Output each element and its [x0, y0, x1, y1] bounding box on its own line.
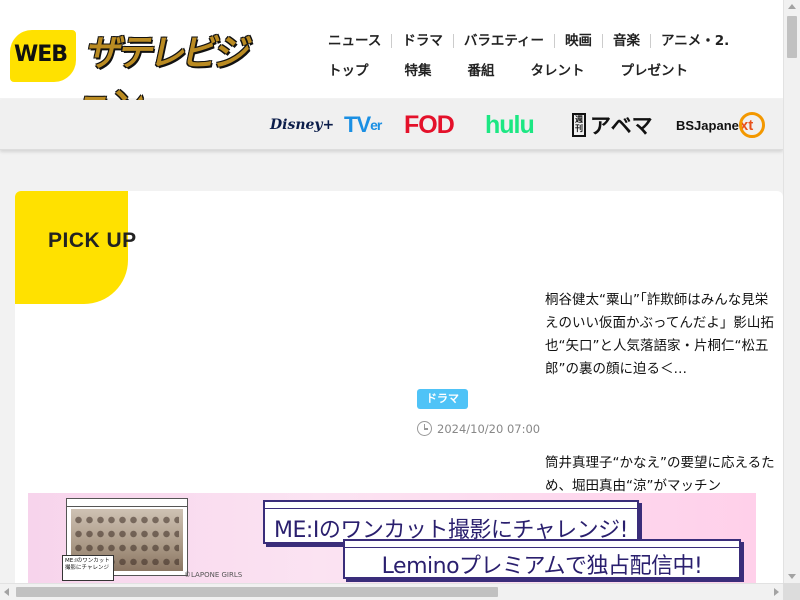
ad-box-bar	[345, 541, 739, 548]
ad-banner[interactable]: ME:Iのワンカット撮影にチャレンジ ©LAPONE GIRLS ME:Iのワン…	[28, 493, 756, 583]
pickup-article-title[interactable]: 桐谷健太“粟山”「詐欺師はみんな見栄えのいい仮面かぶってんだよ」影山拓也“矢口”…	[545, 289, 775, 381]
nav-item-variety[interactable]: バラエティー	[454, 34, 556, 48]
disney-plus-label: Disney+	[270, 117, 335, 133]
nav-item-drama[interactable]: ドラマ	[392, 34, 454, 48]
nav-item-anime[interactable]: アニメ・2.	[651, 34, 739, 48]
ad-box-bar	[265, 502, 637, 509]
nav-item-music[interactable]: 音楽	[603, 34, 652, 48]
scroll-left-arrow-icon[interactable]	[4, 588, 9, 596]
scroll-down-arrow-icon[interactable]	[788, 574, 796, 579]
disney-plus-logo[interactable]: Disney+	[270, 100, 334, 150]
vertical-scrollbar[interactable]	[783, 0, 800, 583]
site-header: WEB ザテレビジョン ニュース ドラマ バラエティー 映画 音楽 アニメ・2.…	[0, 0, 783, 126]
bsj-label: BSJapane	[676, 117, 739, 133]
nav-row-sections: トップ 特集 番組 タレント プレゼント	[318, 56, 783, 86]
logo-web-text: WEB	[14, 42, 68, 67]
nav-item-talent[interactable]: タレント	[521, 64, 595, 78]
ad-window-bar	[67, 499, 187, 507]
hulu-label: hulu	[485, 110, 535, 139]
tver-label-sub: er	[370, 117, 382, 133]
nav-item-present[interactable]: プレゼント	[611, 64, 699, 78]
nav-item-news[interactable]: ニュース	[318, 34, 393, 48]
clock-icon	[417, 421, 432, 436]
main-nav: ニュース ドラマ バラエティー 映画 音楽 アニメ・2. トップ 特集 番組 タ…	[318, 26, 783, 86]
category-tag-drama[interactable]: ドラマ	[417, 389, 468, 409]
nav-item-top[interactable]: トップ	[318, 64, 379, 78]
abema-box-label: 週刊	[572, 113, 586, 137]
tver-label: TV	[344, 112, 371, 137]
scroll-up-arrow-icon[interactable]	[788, 4, 796, 9]
ad-subline: Leminoプレミアムで独占配信中!	[381, 554, 703, 579]
bs-japanext-logo[interactable]: BSJapane xt	[676, 100, 766, 150]
fod-logo[interactable]: FOD	[404, 100, 455, 150]
hulu-logo[interactable]: hulu	[485, 100, 535, 150]
nav-row-categories: ニュース ドラマ バラエティー 映画 音楽 アニメ・2.	[318, 26, 783, 56]
scrollbar-corner	[783, 583, 800, 600]
tver-logo[interactable]: TV er	[344, 100, 382, 150]
abema-logo[interactable]: 週刊 アベマ	[572, 100, 653, 150]
bsj-ring-icon	[739, 112, 766, 138]
article-date: 2024/10/20 07:00	[417, 421, 540, 436]
nav-item-movie[interactable]: 映画	[555, 34, 604, 48]
fod-label: FOD	[404, 110, 455, 139]
ad-subline-box: Leminoプレミアムで独占配信中!	[343, 539, 741, 579]
abema-label: アベマ	[590, 114, 653, 138]
streaming-services-bar: Disney+ TV er FOD hulu 週刊 アベマ BSJapane xt	[0, 100, 783, 150]
ad-small-label: ME:Iのワンカット撮影にチャレンジ	[62, 555, 114, 581]
ad-headline-box: ME:Iのワンカット撮影にチャレンジ!	[263, 500, 639, 544]
nav-item-programs[interactable]: 番組	[458, 64, 505, 78]
nav-item-features[interactable]: 特集	[395, 64, 442, 78]
article-date-text: 2024/10/20 07:00	[437, 421, 541, 436]
pickup-title: PICK UP	[48, 229, 137, 252]
horizontal-scroll-thumb[interactable]	[16, 587, 498, 597]
horizontal-scrollbar[interactable]	[0, 583, 783, 600]
page: WEB ザテレビジョン ニュース ドラマ バラエティー 映画 音楽 アニメ・2.…	[0, 0, 800, 600]
site-logo[interactable]: WEB ザテレビジョン	[10, 22, 251, 126]
scroll-right-arrow-icon[interactable]	[774, 588, 779, 596]
pickup-article-title[interactable]: 筒井真理子“かなえ”の要望に応えるため、堀田真由“涼”がマッチン	[545, 452, 775, 498]
vertical-scroll-thumb[interactable]	[787, 16, 797, 58]
ad-credit: ©LAPONE GIRLS	[184, 571, 243, 579]
